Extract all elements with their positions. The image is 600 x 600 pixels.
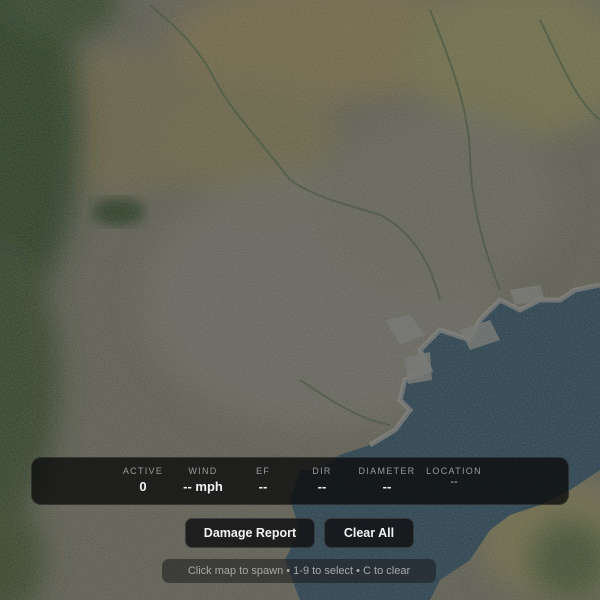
- stat-label: ACTIVE: [122, 466, 164, 476]
- stat-value: --: [258, 479, 268, 494]
- stat-ef: EF --: [256, 466, 270, 494]
- stat-value: 0: [139, 479, 147, 494]
- map-canvas[interactable]: [0, 0, 600, 600]
- damage-report-button[interactable]: Damage Report: [185, 518, 315, 548]
- stat-label: DIAMETER: [358, 466, 416, 476]
- stat-value: -- mph: [183, 479, 223, 494]
- stat-label: DIR: [312, 466, 332, 476]
- satellite-map[interactable]: [0, 0, 600, 600]
- stat-value: --: [450, 476, 458, 488]
- clear-all-button[interactable]: Clear All: [324, 518, 414, 548]
- stat-value: --: [382, 479, 392, 494]
- stat-dir: DIR --: [312, 466, 331, 494]
- stat-label: EF: [255, 466, 271, 476]
- tornado-stats-panel: ACTIVE 0 WIND -- mph EF -- DIR -- DIAMET…: [31, 457, 569, 505]
- stat-label: LOCATION: [426, 466, 482, 476]
- stat-active: ACTIVE 0: [123, 466, 163, 494]
- stat-diameter: DIAMETER --: [359, 466, 416, 494]
- stat-label: WIND: [188, 466, 218, 476]
- stat-location: LOCATION --: [426, 466, 482, 488]
- stat-wind: WIND -- mph: [183, 466, 223, 494]
- stat-value: --: [317, 479, 327, 494]
- controls-hint: Click map to spawn • 1-9 to select • C t…: [162, 559, 436, 583]
